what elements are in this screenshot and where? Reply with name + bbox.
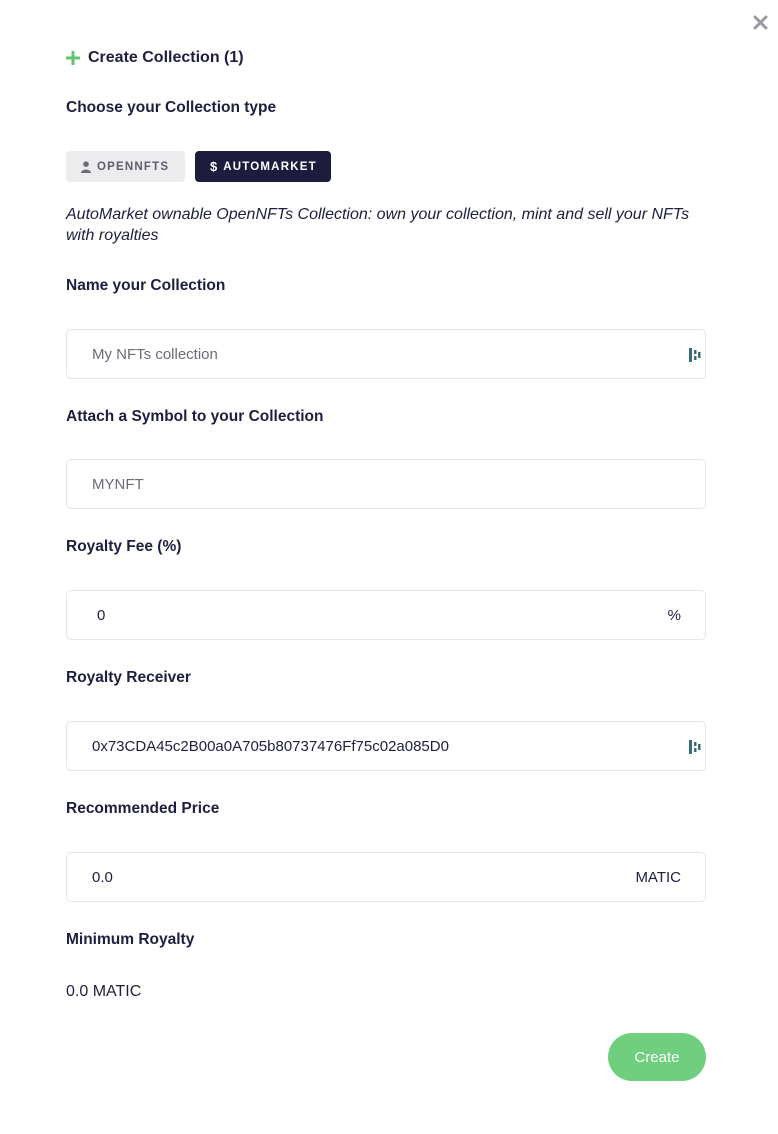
opennfts-type-button[interactable]: OPENNFTS <box>66 151 185 182</box>
grip-icon <box>689 740 701 754</box>
recommended-price-label: Recommended Price <box>66 800 220 817</box>
user-icon <box>81 160 91 173</box>
dollar-icon: $ <box>210 159 218 174</box>
recommended-price-field: MATIC <box>66 852 706 902</box>
opennfts-type-label: OPENNFTS <box>97 160 170 173</box>
recommended-price-input[interactable] <box>92 853 636 901</box>
close-icon <box>753 15 767 29</box>
create-button[interactable]: Create <box>608 1033 706 1081</box>
modal-title: Create Collection (1) <box>88 49 244 66</box>
royalty-receiver-field <box>66 721 706 771</box>
automarket-type-button[interactable]: $ AUTOMARKET <box>195 151 331 182</box>
collection-symbol-input[interactable] <box>92 460 681 508</box>
create-collection-modal: Create Collection (1) Choose your Collec… <box>0 0 778 1134</box>
royalty-fee-label: Royalty Fee (%) <box>66 538 182 555</box>
royalty-fee-suffix: % <box>667 606 681 624</box>
collection-symbol-label: Attach a Symbol to your Collection <box>66 408 324 425</box>
recommended-price-suffix: MATIC <box>635 868 681 886</box>
royalty-receiver-input[interactable] <box>92 722 681 770</box>
automarket-type-label: AUTOMARKET <box>223 160 317 173</box>
collection-name-label: Name your Collection <box>66 277 226 294</box>
collection-symbol-field <box>66 459 706 509</box>
plus-icon <box>66 51 80 65</box>
collection-name-field <box>66 329 706 379</box>
collection-type-label: Choose your Collection type <box>66 99 277 116</box>
minimum-royalty-value: 0.0 MATIC <box>66 983 142 1000</box>
collection-type-selector: OPENNFTS $ AUTOMARKET <box>66 151 331 182</box>
collection-name-input[interactable] <box>92 330 681 378</box>
grip-icon <box>689 348 701 362</box>
close-button[interactable] <box>750 12 770 32</box>
royalty-receiver-label: Royalty Receiver <box>66 669 191 686</box>
modal-header: Create Collection (1) <box>66 47 244 69</box>
minimum-royalty-label: Minimum Royalty <box>66 931 195 948</box>
royalty-fee-input[interactable] <box>92 591 668 639</box>
royalty-fee-field: % <box>66 590 706 640</box>
collection-type-description: AutoMarket ownable OpenNFTs Collection: … <box>66 206 690 244</box>
